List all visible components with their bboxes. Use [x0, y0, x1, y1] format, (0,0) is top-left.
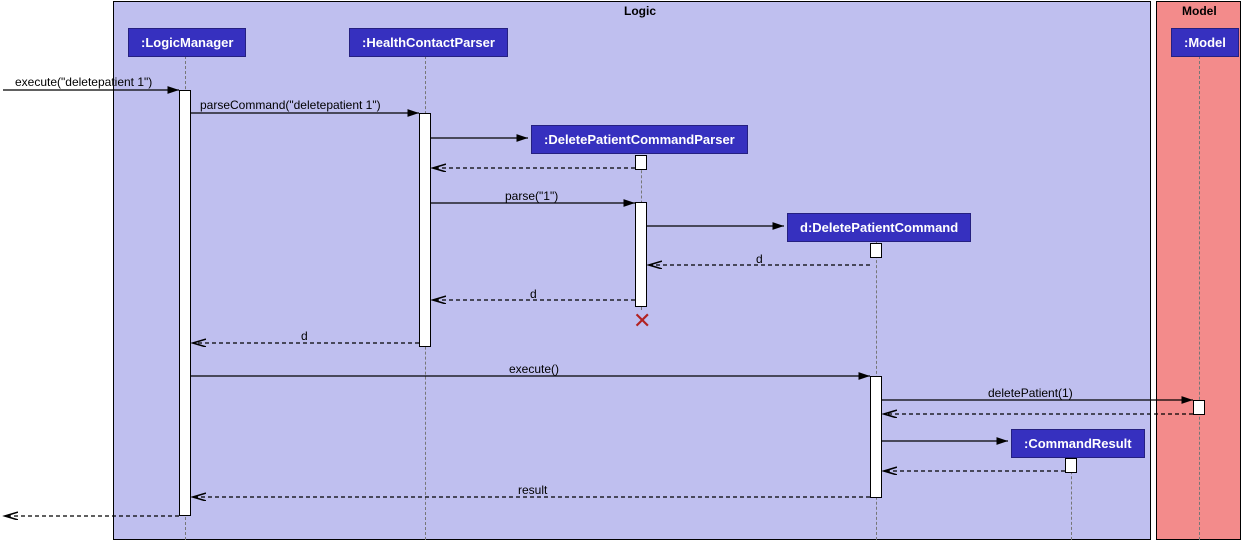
model-title: Model [1182, 4, 1217, 18]
participant-dpc-parser: :DeletePatientCommandParser [531, 125, 748, 154]
msg-return-d1: d [756, 252, 763, 266]
activation-health-parser [419, 113, 431, 347]
msg-parse: parse("1") [505, 189, 558, 203]
activation-dpc-parser-2 [635, 202, 647, 307]
participant-logic-manager: :LogicManager [128, 28, 246, 57]
lifeline-model [1199, 56, 1200, 540]
msg-execute2: execute() [509, 362, 559, 376]
participant-health-parser: :HealthContactParser [349, 28, 508, 57]
activation-dpc-1 [870, 243, 882, 258]
logic-title: Logic [624, 4, 656, 18]
msg-deletepatient: deletePatient(1) [988, 386, 1073, 400]
activation-model [1193, 400, 1205, 415]
activation-cmd-result [1065, 458, 1077, 473]
logic-container: Logic [113, 1, 1151, 540]
msg-result: result [518, 483, 547, 497]
participant-model: :Model [1171, 28, 1239, 57]
activation-logic-manager [179, 90, 191, 516]
msg-return-d3: d [301, 329, 308, 343]
participant-dpc: d:DeletePatientCommand [787, 213, 971, 242]
msg-return-d2: d [530, 287, 537, 301]
msg-execute: execute("deletepatient 1") [15, 75, 152, 89]
msg-parsecommand: parseCommand("deletepatient 1") [200, 98, 381, 112]
activation-dpc-2 [870, 376, 882, 498]
destroy-icon: ✕ [633, 308, 651, 334]
activation-dpc-parser-1 [635, 155, 647, 170]
participant-cmd-result: :CommandResult [1011, 429, 1145, 458]
